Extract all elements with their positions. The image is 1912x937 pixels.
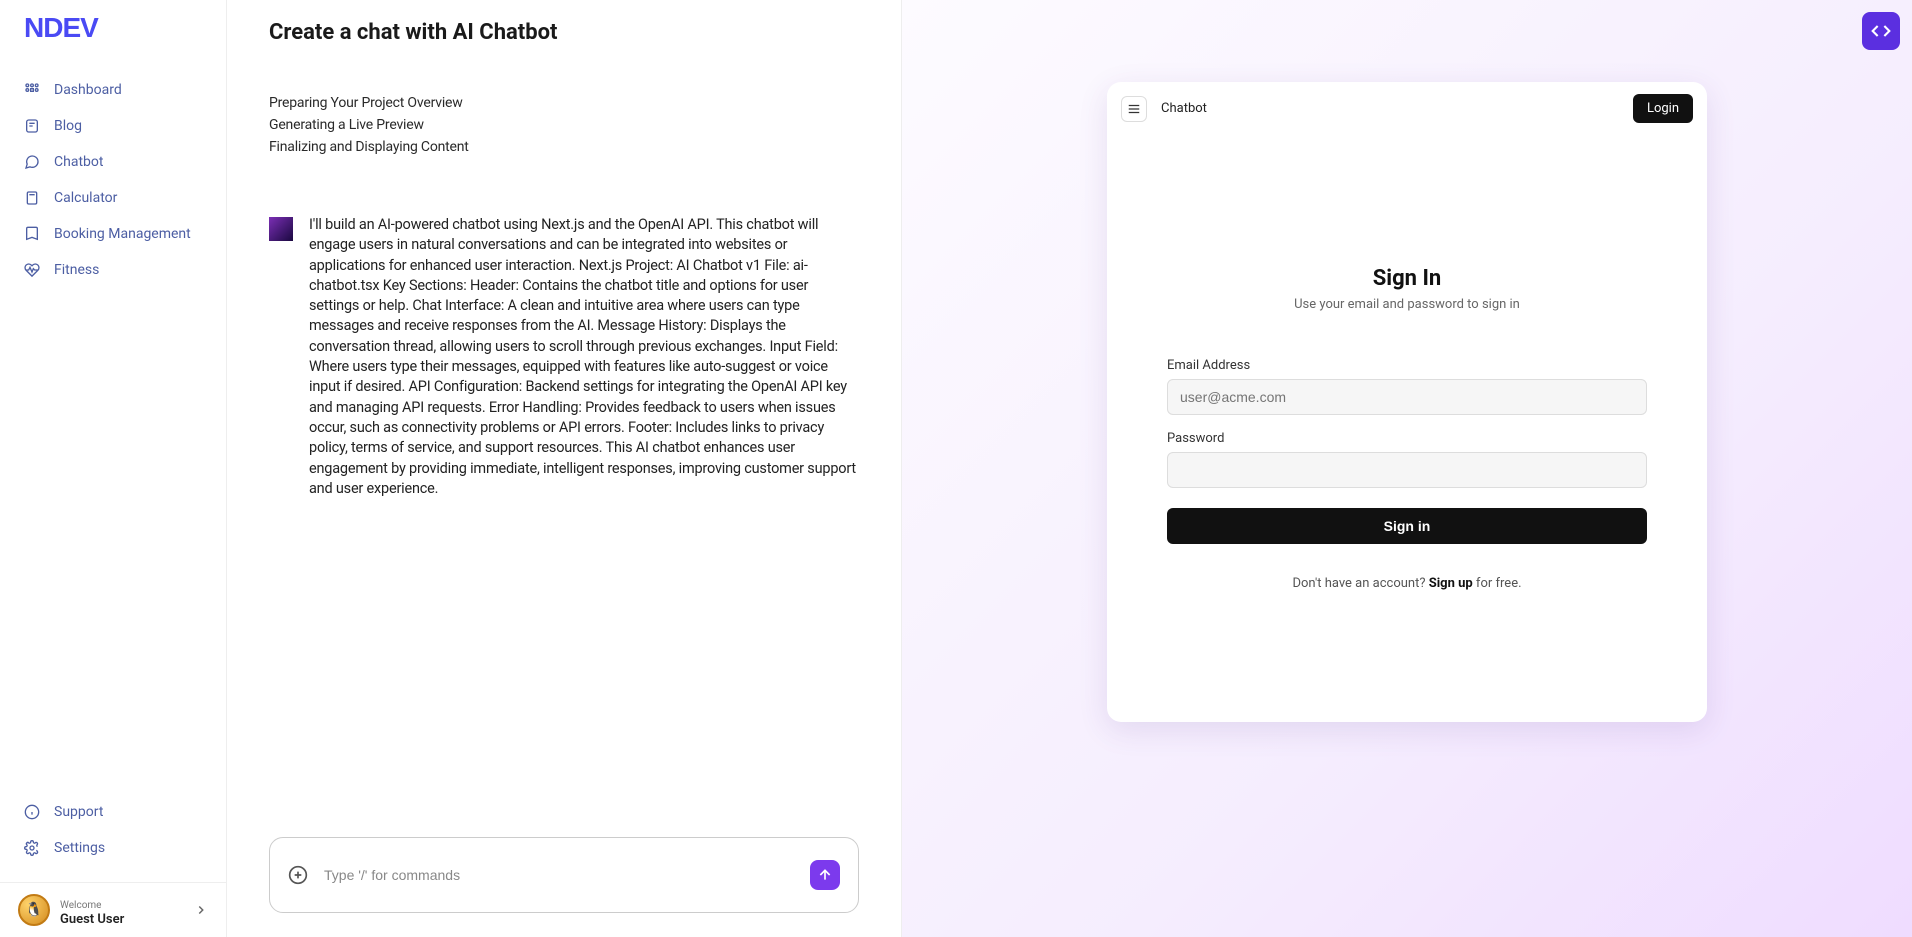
nav-blog[interactable]: Blog xyxy=(0,108,226,144)
ai-avatar-icon xyxy=(269,217,293,241)
password-input[interactable] xyxy=(1167,452,1647,488)
brand-logo: NDEV xyxy=(0,0,226,52)
nav-support[interactable]: Support xyxy=(0,794,226,830)
status-list: Preparing Your Project Overview Generati… xyxy=(269,95,859,155)
signin-heading: Sign In xyxy=(1373,266,1442,291)
preview-body: Sign In Use your email and password to s… xyxy=(1107,135,1707,722)
book-icon xyxy=(24,226,40,242)
signup-link[interactable]: Sign up xyxy=(1429,576,1473,591)
status-line: Finalizing and Displaying Content xyxy=(269,139,859,155)
add-attachment-button[interactable] xyxy=(288,865,308,885)
page-title: Create a chat with AI Chatbot xyxy=(269,20,859,45)
user-menu[interactable]: 🐧 Welcome Guest User xyxy=(0,882,226,937)
login-button[interactable]: Login xyxy=(1633,94,1693,123)
info-icon xyxy=(24,804,40,820)
signup-tail: for free. xyxy=(1473,576,1522,591)
nav-chatbot[interactable]: Chatbot xyxy=(0,144,226,180)
gear-icon xyxy=(24,840,40,856)
nav-calculator[interactable]: Calculator xyxy=(0,180,226,216)
code-toggle-button[interactable] xyxy=(1862,12,1900,50)
signin-button[interactable]: Sign in xyxy=(1167,508,1647,544)
status-line: Preparing Your Project Overview xyxy=(269,95,859,111)
user-name: Guest User xyxy=(60,912,124,927)
nav-label: Calculator xyxy=(54,190,117,206)
nav-label: Support xyxy=(54,804,103,820)
center-column: Create a chat with AI Chatbot Preparing … xyxy=(227,0,902,937)
status-line: Generating a Live Preview xyxy=(269,117,859,133)
blog-icon xyxy=(24,118,40,134)
nav-label: Blog xyxy=(54,118,82,134)
calculator-icon xyxy=(24,190,40,206)
preview-header: Chatbot Login xyxy=(1107,82,1707,135)
email-label: Email Address xyxy=(1167,358,1647,373)
chevron-right-icon xyxy=(194,903,208,917)
preview-title: Chatbot xyxy=(1161,101,1207,116)
ai-message-row: I'll build an AI-powered chatbot using N… xyxy=(269,215,859,499)
nav-label: Dashboard xyxy=(54,82,122,98)
grid-icon xyxy=(24,82,40,98)
email-input[interactable] xyxy=(1167,379,1647,415)
preview-card: Chatbot Login Sign In Use your email and… xyxy=(1107,82,1707,722)
signup-prompt: Don't have an account? xyxy=(1292,576,1428,591)
nav-main: Dashboard Blog Chatbot Calculator Bookin… xyxy=(0,52,226,778)
signin-subtitle: Use your email and password to sign in xyxy=(1294,297,1520,312)
nav-label: Chatbot xyxy=(54,154,103,170)
nav-footer: Support Settings xyxy=(0,778,226,882)
nav-settings[interactable]: Settings xyxy=(0,830,226,866)
nav-label: Booking Management xyxy=(54,226,191,242)
user-welcome: Welcome xyxy=(60,900,101,911)
preview-pane: Chatbot Login Sign In Use your email and… xyxy=(902,0,1912,937)
nav-label: Fitness xyxy=(54,262,99,278)
password-label: Password xyxy=(1167,431,1647,446)
avatar: 🐧 xyxy=(18,894,50,926)
ai-message-text: I'll build an AI-powered chatbot using N… xyxy=(309,215,859,499)
heart-icon xyxy=(24,262,40,278)
signup-line: Don't have an account? Sign up for free. xyxy=(1292,576,1521,591)
menu-button[interactable] xyxy=(1121,96,1147,122)
prompt-input[interactable] xyxy=(324,867,794,883)
send-button[interactable] xyxy=(810,860,840,890)
nav-fitness[interactable]: Fitness xyxy=(0,252,226,288)
nav-booking[interactable]: Booking Management xyxy=(0,216,226,252)
sidebar: NDEV Dashboard Blog Chatbot Calculator B… xyxy=(0,0,227,937)
prompt-box xyxy=(269,837,859,913)
nav-dashboard[interactable]: Dashboard xyxy=(0,72,226,108)
chat-icon xyxy=(24,154,40,170)
nav-label: Settings xyxy=(54,840,105,856)
